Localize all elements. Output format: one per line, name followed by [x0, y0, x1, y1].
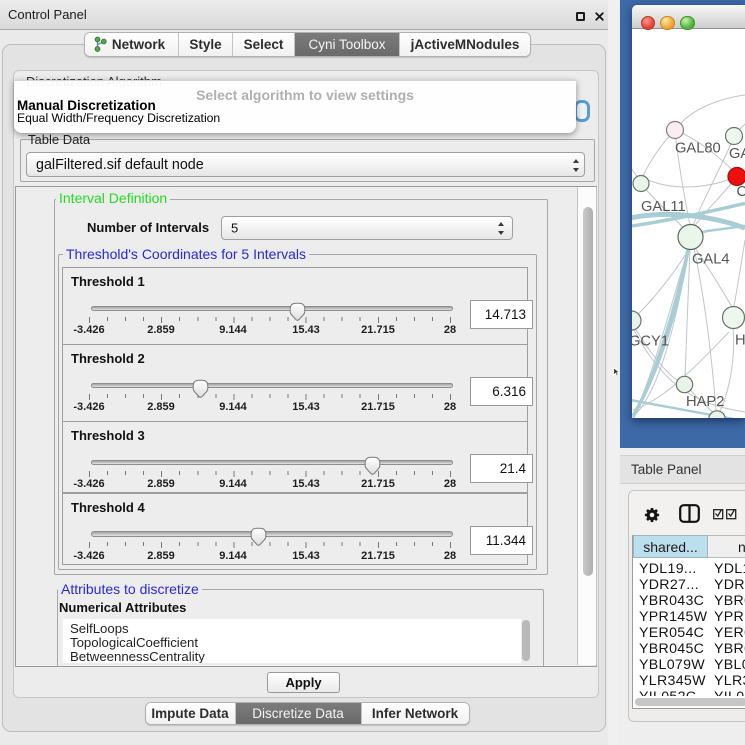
svg-text:CO: CO [737, 184, 745, 200]
svg-text:GAL: GAL [729, 146, 745, 162]
svg-text:GAL4: GAL4 [692, 252, 730, 268]
svg-text:HAP2: HAP2 [686, 394, 724, 410]
svg-text:GAL11: GAL11 [641, 199, 686, 215]
svg-text:GCY1: GCY1 [632, 334, 669, 350]
svg-text:H: H [735, 333, 745, 349]
svg-text:GAL80: GAL80 [675, 141, 721, 157]
